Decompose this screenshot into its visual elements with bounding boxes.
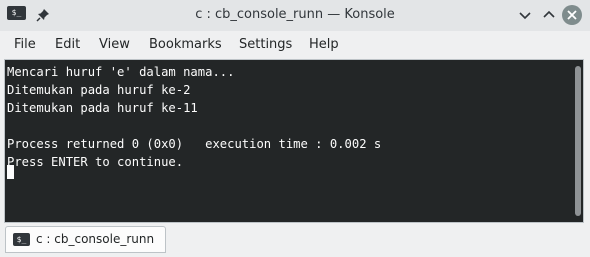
menu-file[interactable]: File <box>14 37 36 52</box>
terminal-line: Process returned 0 (0x0) execution time … <box>7 137 382 151</box>
vertical-scrollbar[interactable] <box>575 66 581 216</box>
minimize-button[interactable] <box>515 5 535 25</box>
title-bar[interactable]: $_ c : cb_console_runn — Konsole <box>0 0 590 31</box>
menu-bookmarks[interactable]: Bookmarks <box>149 37 222 52</box>
maximize-button[interactable] <box>539 5 559 25</box>
window-title: c : cb_console_runn — Konsole <box>195 7 395 22</box>
menu-bar: File Edit View Bookmarks Settings Help <box>0 31 590 57</box>
terminal-line: Mencari huruf 'e' dalam nama... <box>7 65 235 79</box>
terminal-text: Mencari huruf 'e' dalam nama... Ditemuka… <box>7 63 381 171</box>
menu-view[interactable]: View <box>99 37 130 52</box>
terminal-line: Ditemukan pada huruf ke-2 <box>7 83 191 97</box>
tab-session[interactable]: $_ c : cb_console_runn <box>5 226 166 253</box>
tab-label: c : cb_console_runn <box>36 232 155 246</box>
terminal-icon: $_ <box>13 233 30 246</box>
konsole-window: $_ c : cb_console_runn — Konsole File Ed… <box>0 0 590 257</box>
menu-help[interactable]: Help <box>309 37 339 52</box>
terminal-output[interactable]: Mencari huruf 'e' dalam nama... Ditemuka… <box>4 59 584 223</box>
tab-bar: $_ c : cb_console_runn <box>0 223 590 257</box>
terminal-line: Ditemukan pada huruf ke-11 <box>7 101 198 115</box>
terminal-line: Press ENTER to continue. <box>7 155 184 169</box>
text-cursor <box>7 165 14 179</box>
menu-edit[interactable]: Edit <box>55 37 80 52</box>
close-button[interactable] <box>562 5 582 25</box>
menu-settings[interactable]: Settings <box>239 37 292 52</box>
